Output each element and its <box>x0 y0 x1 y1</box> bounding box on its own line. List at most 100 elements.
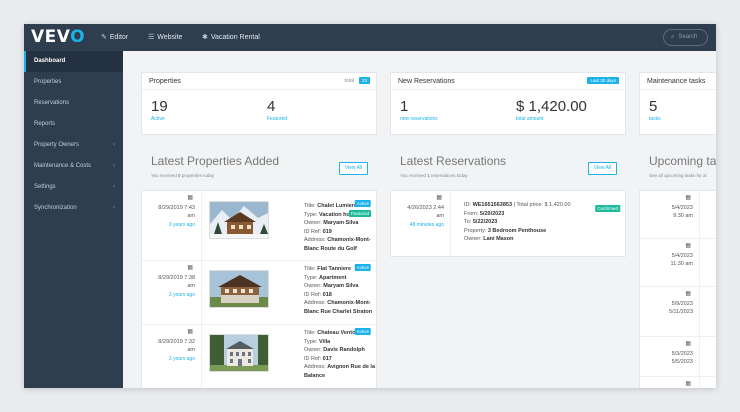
field-label: Owner: <box>304 220 324 226</box>
date-column: ▦ 5/4/2023 9:30 am <box>640 191 700 238</box>
property-thumbnail[interactable] <box>209 201 269 239</box>
sidebar-item-maintenance-costs[interactable]: Maintenance & Costs ‹ <box>24 156 123 177</box>
info-address: Address: Avignon Rue de la Balance <box>304 363 376 380</box>
calendar-icon: ▦ <box>685 341 691 347</box>
flat-image <box>210 271 268 307</box>
task-row[interactable]: ▦ 5/9/2023 5/11/2023 <box>640 287 716 337</box>
field-label: Address: <box>304 300 328 306</box>
latest-properties-subtitle: You received 0 properties today <box>151 173 214 178</box>
sidebar-item-label: Reservations <box>34 100 70 106</box>
chateau-image <box>210 335 268 371</box>
info-property: Property: 3 Bedroom Penthouse <box>464 227 584 236</box>
view-all-reservations-button[interactable]: View All <box>588 162 617 175</box>
featured-stat[interactable]: 4 Featured <box>267 98 287 122</box>
latest-properties-title: Latest Properties Added <box>151 154 280 168</box>
sidebar-item-settings[interactable]: Settings ‹ <box>24 177 123 198</box>
nav-vacation-rental[interactable]: ✱ Vacation Rental <box>202 33 260 41</box>
gear-icon: ✱ <box>202 34 208 41</box>
field-value: Lani Mason <box>483 236 514 242</box>
nav-editor[interactable]: ✎ Editor <box>101 33 128 41</box>
task-row[interactable]: ▦ 5/4/2023 11:30 am <box>640 239 716 287</box>
chevron-left-icon: ‹ <box>113 205 115 211</box>
property-row[interactable]: ▦ 8/29/2019 7:43 am 3 years ago Title: C… <box>142 191 376 261</box>
stat-value: 19 <box>151 98 168 115</box>
view-all-properties-button[interactable]: View All <box>339 162 368 175</box>
property-thumbnail[interactable] <box>209 334 269 372</box>
field-value: Maryam Silva <box>323 220 359 226</box>
sidebar-item-property-owners[interactable]: Property Owners ‹ <box>24 135 123 156</box>
subtitle-text: You received <box>400 173 428 178</box>
row-time: am <box>187 213 195 219</box>
stat-label: new reservations <box>400 116 438 122</box>
new-reservations-stat-card: New Reservations Last 30 days 1 new rese… <box>390 72 626 135</box>
task-end-date: 5/11/2023 <box>668 309 693 315</box>
date-column: ▦ <box>640 377 700 388</box>
task-date: 5/4/2023 <box>671 205 693 211</box>
property-thumbnail[interactable] <box>209 270 269 308</box>
field-label: Type: <box>304 338 319 345</box>
active-badge: Active <box>354 264 371 271</box>
chevron-left-icon: ‹ <box>113 163 115 169</box>
task-row[interactable]: ▦ 5/3/2023 5/5/2023 <box>640 337 716 377</box>
sidebar-item-label: Reports <box>34 121 56 127</box>
field-label: From: <box>464 210 480 217</box>
date-column: ▦ 8/29/2019 7:43 am 3 years ago <box>142 191 202 260</box>
latest-reservations-list: ▦ 4/26/2023 2:44 am 48 minutes ago ID: W… <box>390 190 626 257</box>
nav-website-label: Website <box>157 34 183 41</box>
task-end-date: 5/5/2023 <box>671 359 693 365</box>
sidebar-item-synchronization[interactable]: Synchronization ‹ <box>24 198 123 219</box>
sidebar-item-properties[interactable]: Properties <box>24 72 123 93</box>
upcoming-tasks-title: Upcoming tas <box>649 154 716 168</box>
sidebar-item-dashboard[interactable]: Dashboard <box>24 51 123 72</box>
card-title: Maintenance tasks <box>647 78 706 85</box>
field-label: Title: <box>304 266 318 272</box>
active-badge: Active <box>354 200 371 207</box>
latest-reservations-title: Latest Reservations <box>400 154 507 168</box>
logo-text: VEV <box>31 27 71 47</box>
info-type: Type: Apartment <box>304 274 376 283</box>
vevs-logo[interactable]: VEVO <box>31 27 85 47</box>
reservation-row[interactable]: ▦ 4/26/2023 2:44 am 48 minutes ago ID: W… <box>391 191 625 256</box>
search-input[interactable]: ⌕ Search <box>663 29 708 46</box>
task-time: 11:30 am <box>670 261 693 267</box>
card-header: New Reservations Last 30 days <box>391 73 625 90</box>
sidebar-item-label: Property Owners <box>34 142 80 148</box>
date-column: ▦ 5/9/2023 5/11/2023 <box>640 287 700 336</box>
task-row[interactable]: ▦ 5/4/2023 9:30 am <box>640 191 716 239</box>
property-info: Title: Flat Tanniere Type: Apartment Own… <box>304 265 376 316</box>
featured-badge: Featured <box>348 210 371 217</box>
field-value: 019 <box>322 228 332 235</box>
subtitle-text: You received <box>151 173 179 178</box>
row-time: am <box>187 283 195 289</box>
task-date: 5/4/2023 <box>671 253 693 259</box>
calendar-icon: ▦ <box>685 291 691 297</box>
chevron-left-icon: ‹ <box>113 142 115 148</box>
sidebar-item-reports[interactable]: Reports <box>24 114 123 135</box>
tasks-stat[interactable]: 5 tasks <box>649 98 661 122</box>
property-row[interactable]: ▦ 8/29/2019 7:38 am 3 years ago Title: F… <box>142 261 376 325</box>
info-id-ref: ID Ref: 018 <box>304 291 376 300</box>
active-stat[interactable]: 19 Active <box>151 98 168 122</box>
info-type: Type: Villa <box>304 338 376 347</box>
task-row[interactable]: ▦ <box>640 377 716 388</box>
calendar-icon: ▦ <box>187 329 193 335</box>
calendar-icon: ▦ <box>187 265 193 271</box>
task-date: 5/3/2023 <box>671 351 693 357</box>
calendar-icon: ▦ <box>685 243 691 249</box>
stat-value: 5 <box>649 98 658 115</box>
property-row[interactable]: ▦ 8/29/2019 7:32 am 3 years ago Title: C… <box>142 325 376 388</box>
sidebar: Dashboard Properties Reservations Report… <box>24 51 123 388</box>
field-label: Type: <box>304 274 319 281</box>
new-reservations-stat[interactable]: 1 new reservations <box>400 98 438 122</box>
field-label: ID Ref: <box>304 228 323 235</box>
logo-accent: O <box>70 27 86 47</box>
nav-vacation-rental-label: Vacation Rental <box>210 34 260 41</box>
row-date: 8/29/2019 7:38 <box>158 275 195 281</box>
card-header: Maintenance tasks <box>640 73 716 90</box>
subtitle-text: properties today <box>180 173 215 178</box>
date-column: ▦ 8/29/2019 7:38 am 3 years ago <box>142 261 202 324</box>
date-column: ▦ 4/26/2023 2:44 am 48 minutes ago <box>391 191 451 256</box>
total-amount-stat[interactable]: $ 1,420.00 total amount <box>516 98 587 122</box>
sidebar-item-reservations[interactable]: Reservations <box>24 93 123 114</box>
nav-website[interactable]: ☰ Website <box>148 33 182 41</box>
